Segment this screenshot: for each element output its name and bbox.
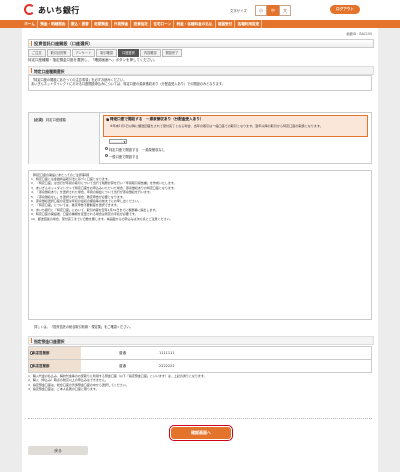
account-number: 1111111 [159,351,175,355]
back-button[interactable]: 戻る [28,446,88,455]
option-withholding-dividend: 特定口座で開設する －源泉徴収あり（分配金受入あり） [110,117,204,122]
account-branch: 本店営業部 [32,351,50,355]
chevron-down-icon: ▼ [123,141,126,144]
option-withholding-none: 特定口座で開設する －源泉徴収なし [109,148,166,152]
nav-item-tax-payment[interactable]: 税金・各種料金の払込 [174,20,216,28]
option-general-account: 一般口座で開設する [109,155,139,159]
section-header-designated-account: 指定預金口座選択 [28,336,374,345]
account-caution-box: 【特定口座の開設にあたってのご注意事項】 1．特定口座とは金融商品取引法に基づく… [28,170,372,320]
bank-logo-text[interactable]: あいち銀行 [38,5,80,16]
note-line: あいぎんネットダイレクトにおける口座開設申込みについては、特定口座の源泉徴収あり… [31,82,225,87]
nav-item-investment-trust[interactable]: 投資信託 [131,20,152,28]
step-item: 取引確認 [96,49,118,57]
month-select[interactable]: －－－－ ▼ [109,139,127,144]
step-item: 取引目的等 [46,49,71,57]
bank-logo-icon [24,4,35,15]
nav-item-transfer[interactable]: 振込・振替 [69,20,92,28]
font-size-small-button[interactable]: 小 [255,5,267,16]
radio-withholding-dividend[interactable] [105,117,109,121]
page-title: 投資信託口座開設（口座選択） [34,41,93,47]
designated-account-notes: 1．購入代金の払込み、解約代金等のお受取りに利用する預金口座（以下「指定預金口座… [28,374,372,392]
account-number: 2222222 [159,364,175,368]
nav-item-balance[interactable]: 預金・明細照会 [38,20,69,28]
nav-item-time-deposit[interactable]: 定期預金 [92,20,112,28]
step-indicator: ご注意 取引目的等 アンケート 取引確認 口座選択 内容確認 開設完了 [28,49,183,57]
option-withholding-desc: ※年末1月1日以降に郵送回答をされて受付完了となる場合、当年の取引は一般口座での… [110,123,323,128]
section-title: 特定口座種類選択 [34,68,65,74]
account-type-label: 特定口座種類 [46,118,66,122]
nav-item-foreign-deposit[interactable]: 外貨預金 [112,20,132,28]
font-size-medium-button[interactable]: 中 [267,5,279,16]
note-line: 4．指定預金口座は、ご本人名義の口座に限ります。 [28,387,99,392]
nav-item-home[interactable]: ホーム [22,20,39,28]
account-type: 普通 [119,351,126,355]
font-size-label: 文字サイズ [230,9,247,13]
global-nav: ホーム 預金・明細照会 振込・振替 定期預金 外貨預金 投資信託 住宅ローン 税… [0,20,400,28]
screen-id: 画面ID：BAC105 [346,32,372,36]
required-label: 【必須】 [32,118,45,122]
section-header-account-type: 特定口座種類選択 [28,66,374,75]
designated-account-table: 本店営業部 普通 1111111 本店営業部 普通 2222222 [28,346,372,373]
font-size-large-button[interactable]: 大 [279,5,291,16]
step-item: 開設完了 [161,49,183,57]
account-type: 普通 [119,364,126,368]
account-branch: 本店営業部 [32,364,50,368]
nav-item-notifications[interactable]: 諸届受付 [216,20,236,28]
nav-item-settings[interactable]: 各種利用設定 [235,20,263,28]
account-type-form: 【必須】 特定口座種類 特定口座で開設する －源泉徴収あり（分配金受入あり） ※… [28,112,372,164]
account-type-note: 「特定口座の開設にあたっての注意事項」を必ずお読みください。 あいぎんネットダイ… [28,75,372,91]
note-line: 10．郵送回答の場合、受付完了までに日数を要します。本画面からの申込みは次の点に… [31,216,173,221]
header: あいち銀行 文字サイズ 小 中 大 ログアウト [0,0,400,20]
table-row[interactable]: 本店営業部 普通 2222222 [29,360,371,372]
terms-link-text[interactable]: 詳しくは、「投資信託の総合取引約款・規定集」をご確認ください。 [34,324,133,329]
page-title-bar: 投資信託口座開設（口座選択） [28,39,374,48]
logout-button[interactable]: ログアウト [330,5,360,14]
step-item: アンケート [71,49,96,57]
step-item-active: 口座選択 [118,49,139,57]
nav-item-housing-loan[interactable]: 住宅ローン [151,20,175,28]
table-row[interactable]: 本店営業部 普通 1111111 [29,347,371,360]
intro-text: 特定口座種類・指定預金口座を選択し、「確認画面へ」ボタンを押してください。 [28,58,158,62]
section-title: 指定預金口座選択 [34,338,65,344]
divider [28,418,372,419]
recommended-option-box[interactable]: 特定口座で開設する －源泉徴収あり（分配金受入あり） ※年末1月1日以降に郵送回… [103,115,368,137]
page: あいち銀行 文字サイズ 小 中 大 ログアウト ホーム 預金・明細照会 振込・振… [0,0,400,472]
radio-general-account[interactable] [105,154,109,158]
step-item: 内容確認 [139,49,161,57]
main-content: 画面ID：BAC105 投資信託口座開設（口座選択） ご注意 取引目的等 アンケ… [22,28,378,472]
step-item: ご注意 [28,49,46,57]
radio-withholding-none[interactable] [105,147,109,151]
confirm-button[interactable]: 確認画面へ [168,424,234,442]
